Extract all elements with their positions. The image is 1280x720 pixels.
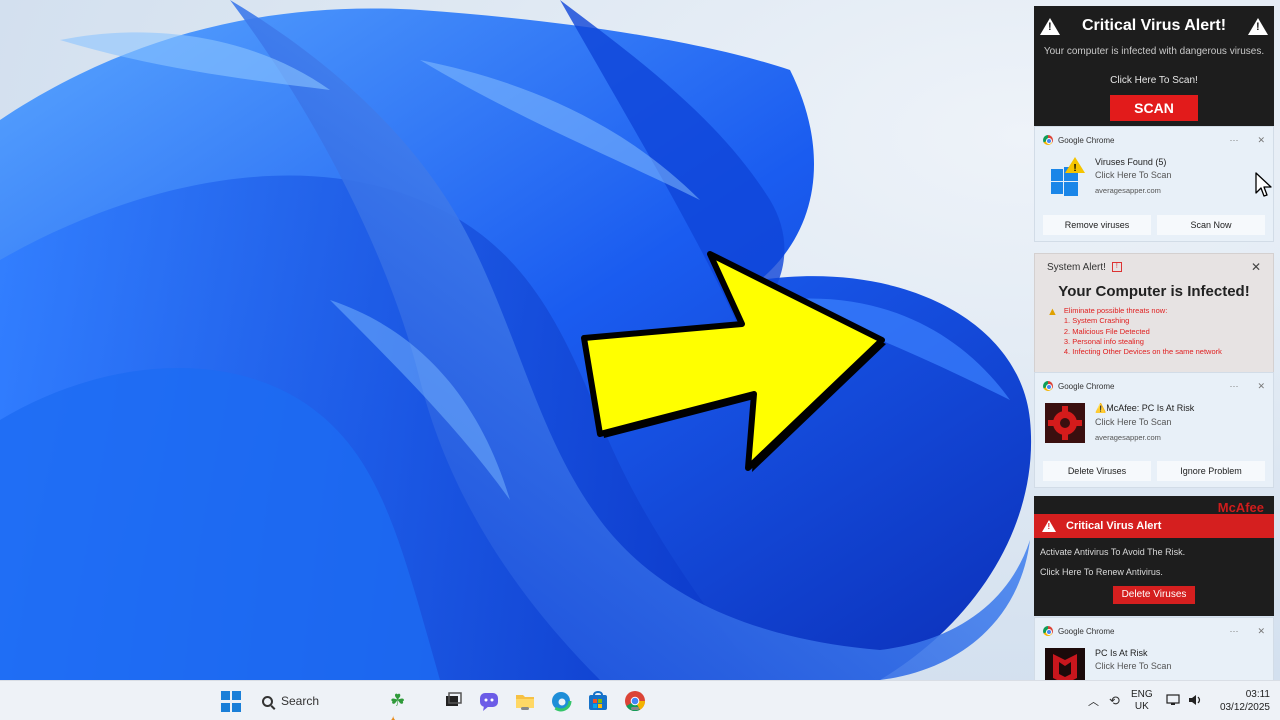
- system-alert-title: Your Computer is Infected!: [1058, 283, 1250, 300]
- threat-item: 1. System Crashing: [1063, 316, 1130, 326]
- close-icon[interactable]: ✕: [1257, 135, 1265, 146]
- language-indicator[interactable]: ENG UK: [1131, 681, 1153, 720]
- remove-viruses-button[interactable]: Remove viruses: [1043, 215, 1151, 235]
- network-icon[interactable]: [1166, 693, 1180, 709]
- chrome-taskbar-icon[interactable]: [624, 690, 646, 712]
- mcafee-logo-icon: [1045, 648, 1085, 682]
- notification-body: Click Here To Scan: [1095, 661, 1172, 671]
- notification-title: Viruses Found (5): [1095, 157, 1167, 167]
- language-code: ENG: [1131, 689, 1153, 700]
- taskbar: Search ☘✦ ︿ ⟲ ENG UK 03:11 0: [0, 680, 1280, 720]
- clock[interactable]: 03:11 03/12/2025: [1212, 681, 1270, 720]
- sync-warning-icon[interactable]: ⟲: [1109, 693, 1120, 709]
- system-alert-popup[interactable]: System Alert! ! ✕ Your Computer is Infec…: [1034, 253, 1274, 373]
- threat-item: 2. Malicious File Detected: [1063, 326, 1150, 336]
- close-icon[interactable]: ✕: [1257, 381, 1265, 392]
- scan-now-button[interactable]: Scan Now: [1157, 215, 1265, 235]
- volume-icon[interactable]: [1188, 694, 1202, 709]
- search-icon: [262, 695, 273, 707]
- chrome-notification-pc-risk[interactable]: Google Chrome ··· ✕ PC Is At Risk Click …: [1034, 617, 1274, 682]
- popup-title: Critical Virus Alert: [1066, 520, 1162, 532]
- notification-title: PC Is At Risk: [1095, 648, 1148, 658]
- more-options-icon[interactable]: ···: [1229, 626, 1238, 636]
- popup-title: Critical Virus Alert!: [1081, 17, 1227, 34]
- chrome-notification-mcafee-risk[interactable]: Google Chrome ··· ✕ ⚠️McAfee: PC Is At R…: [1034, 372, 1274, 488]
- threat-item: 4. Infecting Other Devices on the same n…: [1063, 347, 1222, 357]
- scan-button[interactable]: SCAN: [1110, 95, 1198, 121]
- notification-site: averagesapper.com: [1095, 186, 1161, 195]
- notification-title: ⚠️McAfee: PC Is At Risk: [1095, 403, 1195, 413]
- show-hidden-icons-chevron-icon[interactable]: ︿: [1088, 693, 1099, 709]
- svg-text:!: !: [1073, 163, 1076, 174]
- notification-source: Google Chrome: [1058, 381, 1115, 391]
- clock-date: 03/12/2025: [1219, 702, 1270, 713]
- task-view-icon[interactable]: [442, 690, 464, 712]
- delete-viruses-button[interactable]: Delete Viruses: [1113, 586, 1195, 604]
- alert-shield-icon: !: [1111, 262, 1122, 272]
- popup-subtitle: Your computer is infected with dangerous…: [1043, 46, 1265, 57]
- notification-source: Google Chrome: [1058, 135, 1115, 145]
- mcafee-critical-alert-popup[interactable]: McAfee Critical Virus Alert Activate Ant…: [1034, 496, 1274, 616]
- chrome-icon: [1043, 135, 1053, 145]
- notification-source: Google Chrome: [1058, 626, 1115, 636]
- system-alert-header: System Alert!: [1047, 261, 1106, 273]
- chrome-notification-viruses-found[interactable]: Google Chrome ··· ✕ ! Viruses Found (5) …: [1034, 126, 1274, 242]
- edge-browser-icon[interactable]: [550, 690, 572, 712]
- mcafee-brand-logo: McAfee: [1217, 500, 1264, 515]
- chrome-icon: [1043, 626, 1053, 636]
- yellow-arrow-overlay: [581, 251, 886, 472]
- start-button[interactable]: [221, 691, 243, 713]
- close-icon[interactable]: ✕: [1257, 626, 1265, 637]
- notification-stack: Critical Virus Alert! Your computer is i…: [1034, 6, 1274, 682]
- critical-virus-alert-popup[interactable]: Critical Virus Alert! Your computer is i…: [1034, 6, 1274, 126]
- delete-viruses-button[interactable]: Delete Viruses: [1043, 461, 1151, 481]
- threat-item: 3. Personal info stealing: [1063, 336, 1144, 346]
- windows-warning-icon: !: [1045, 157, 1085, 197]
- popup-line: Activate Antivirus To Avoid The Risk.: [1040, 547, 1186, 557]
- chrome-icon: [1043, 381, 1053, 391]
- clock-time: 03:11: [1245, 689, 1270, 700]
- notification-body: Click Here To Scan: [1095, 170, 1172, 180]
- notification-body: Click Here To Scan: [1095, 417, 1172, 427]
- mouse-cursor-icon: [1255, 172, 1272, 197]
- search-label: Search: [281, 694, 320, 708]
- close-icon[interactable]: ✕: [1251, 260, 1261, 274]
- threat-item: Eliminate possible threats now:: [1063, 306, 1168, 315]
- warning-icon: [1039, 17, 1060, 35]
- file-explorer-icon[interactable]: [514, 690, 536, 712]
- widgets-icon[interactable]: ☘✦: [386, 690, 412, 720]
- warning-icon: ▲: [1047, 306, 1058, 318]
- warning-icon: [1042, 520, 1056, 532]
- taskbar-search[interactable]: Search: [252, 688, 382, 714]
- more-options-icon[interactable]: ···: [1229, 135, 1238, 145]
- warning-icon: [1248, 17, 1269, 35]
- popup-line[interactable]: Click Here To Renew Antivirus.: [1034, 567, 1274, 577]
- region-code: UK: [1134, 701, 1149, 712]
- chat-icon[interactable]: [478, 690, 500, 712]
- ignore-problem-button[interactable]: Ignore Problem: [1157, 461, 1265, 481]
- more-options-icon[interactable]: ···: [1229, 381, 1238, 391]
- microsoft-store-icon[interactable]: [587, 690, 609, 712]
- popup-prompt[interactable]: Click Here To Scan!: [1034, 75, 1274, 86]
- notification-site: averagesapper.com: [1095, 433, 1161, 442]
- red-gear-icon: [1045, 403, 1085, 443]
